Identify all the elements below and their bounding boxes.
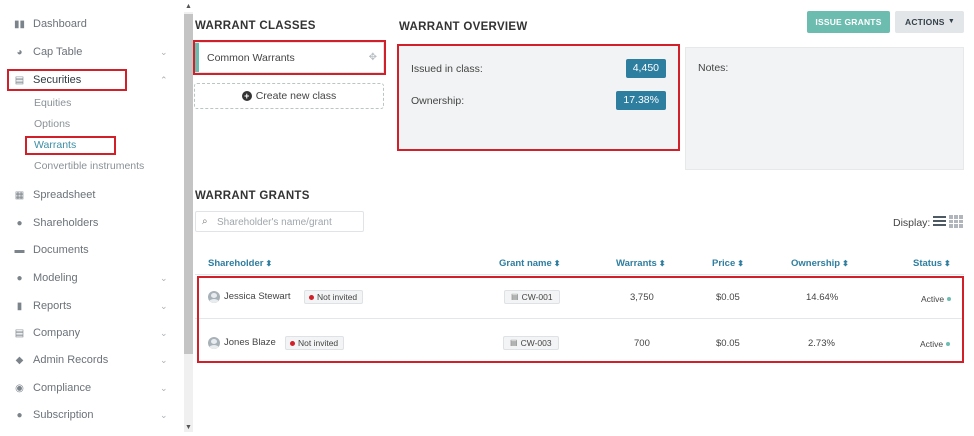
sidebar-item-label: Dashboard bbox=[33, 18, 87, 30]
notes-panel[interactable]: Notes: bbox=[685, 47, 964, 170]
table-divider bbox=[195, 274, 964, 275]
actions-label: ACTIONS bbox=[905, 17, 945, 27]
chevron-down-icon: ⌄ bbox=[160, 300, 168, 311]
highlight-class-card bbox=[193, 40, 386, 75]
sidebar-item-label: Modeling bbox=[33, 272, 78, 284]
display-label: Display: bbox=[893, 217, 931, 229]
sidebar-item-label: Subscription bbox=[33, 409, 94, 421]
sidebar-item-admin-records[interactable]: ◆ Admin Records ⌄ bbox=[0, 350, 183, 370]
column-header-status[interactable]: Status ⬍ bbox=[913, 258, 951, 269]
sidebar: ▮▮ Dashboard ◕ Cap Table ⌄ ▤ Securities … bbox=[0, 0, 183, 436]
plus-circle-icon: + bbox=[241, 91, 252, 101]
list-view-icon[interactable] bbox=[933, 216, 946, 227]
sidebar-item-shareholders[interactable]: ● Shareholders bbox=[0, 213, 183, 233]
create-new-class-button[interactable]: + Create new class bbox=[194, 83, 384, 109]
sort-icon: ⬍ bbox=[265, 259, 273, 268]
reports-icon: ▮ bbox=[16, 300, 23, 312]
grid-view-icon[interactable] bbox=[949, 215, 964, 228]
folder-icon: ▬ bbox=[14, 244, 25, 256]
scroll-up-arrow-icon[interactable]: ▲ bbox=[185, 3, 192, 10]
spreadsheet-icon: ▦ bbox=[14, 189, 25, 201]
admin-records-icon: ◆ bbox=[15, 354, 24, 366]
warrant-overview-title: WARRANT OVERVIEW bbox=[399, 21, 528, 33]
column-header-shareholder[interactable]: Shareholder ⬍ bbox=[208, 258, 272, 269]
scroll-down-arrow-icon[interactable]: ▼ bbox=[185, 424, 192, 431]
issue-grants-button[interactable]: ISSUE GRANTS bbox=[807, 11, 890, 33]
create-new-class-label: Create new class bbox=[255, 90, 337, 102]
sort-icon: ⬍ bbox=[553, 259, 561, 268]
sidebar-item-label: Admin Records bbox=[33, 354, 109, 366]
column-header-grant-name[interactable]: Grant name ⬍ bbox=[499, 258, 561, 269]
sidebar-item-dashboard[interactable]: ▮▮ Dashboard bbox=[0, 14, 183, 34]
highlight-securities bbox=[7, 69, 127, 91]
warrant-grants-title: WARRANT GRANTS bbox=[195, 190, 310, 202]
sidebar-item-label: Shareholders bbox=[33, 217, 99, 229]
sidebar-subitem-options[interactable]: Options bbox=[34, 118, 70, 130]
sidebar-item-reports[interactable]: ▮ Reports ⌄ bbox=[0, 296, 183, 316]
sort-icon: ⬍ bbox=[944, 259, 951, 268]
sort-icon: ⬍ bbox=[737, 259, 744, 268]
sidebar-item-documents[interactable]: ▬ Documents bbox=[0, 240, 183, 260]
column-header-warrants[interactable]: Warrants ⬍ bbox=[616, 258, 666, 269]
grant-search-input[interactable] bbox=[217, 214, 357, 230]
column-header-price[interactable]: Price ⬍ bbox=[712, 258, 744, 269]
lightbulb-icon: ● bbox=[16, 272, 23, 284]
warrant-classes-title: WARRANT CLASSES bbox=[195, 20, 316, 32]
sidebar-item-label: Company bbox=[33, 327, 81, 339]
highlight-grant-rows bbox=[197, 276, 964, 363]
shield-check-icon: ◉ bbox=[15, 382, 24, 394]
chevron-up-icon: ⌃ bbox=[160, 74, 168, 85]
sort-icon: ⬍ bbox=[842, 259, 849, 268]
sidebar-subitem-convertible[interactable]: Convertible instruments bbox=[34, 160, 144, 172]
chevron-down-icon: ⌄ bbox=[160, 409, 168, 420]
chevron-down-icon: ⌄ bbox=[160, 272, 168, 283]
person-icon: ● bbox=[16, 217, 23, 229]
search-icon: ⌕ bbox=[202, 216, 208, 227]
chevron-down-icon: ⌄ bbox=[160, 46, 168, 57]
sidebar-item-label: Cap Table bbox=[33, 46, 83, 58]
actions-dropdown-button[interactable]: ACTIONS ▼ bbox=[895, 11, 964, 33]
sidebar-item-label: Spreadsheet bbox=[33, 189, 96, 201]
sidebar-item-label: Documents bbox=[33, 244, 89, 256]
sidebar-item-label: Compliance bbox=[33, 382, 92, 394]
highlight-warrants bbox=[25, 136, 116, 155]
grant-search-field[interactable]: ⌕ bbox=[195, 211, 364, 232]
sort-icon: ⬍ bbox=[658, 259, 666, 268]
sidebar-item-compliance[interactable]: ◉ Compliance ⌄ bbox=[0, 378, 183, 398]
building-icon: ▤ bbox=[14, 327, 25, 339]
pie-chart-icon: ◕ bbox=[16, 46, 23, 58]
sidebar-item-label: Reports bbox=[33, 300, 72, 312]
sidebar-item-subscription[interactable]: ● Subscription ⌄ bbox=[0, 405, 183, 425]
highlight-overview bbox=[397, 44, 680, 151]
sidebar-item-company[interactable]: ▤ Company ⌄ bbox=[0, 323, 183, 343]
notes-label: Notes: bbox=[698, 62, 729, 74]
dollar-circle-icon: ● bbox=[16, 409, 23, 421]
chevron-down-icon: ⌄ bbox=[160, 327, 168, 338]
sidebar-item-spreadsheet[interactable]: ▦ Spreadsheet bbox=[0, 185, 183, 205]
dashboard-icon: ▮▮ bbox=[14, 18, 26, 30]
sidebar-item-modeling[interactable]: ● Modeling ⌄ bbox=[0, 268, 183, 288]
chevron-down-icon: ⌄ bbox=[160, 382, 168, 393]
column-header-ownership[interactable]: Ownership ⬍ bbox=[791, 258, 849, 269]
caret-down-icon: ▼ bbox=[947, 18, 955, 25]
sidebar-item-cap-table[interactable]: ◕ Cap Table ⌄ bbox=[0, 42, 183, 62]
sidebar-subitem-equities[interactable]: Equities bbox=[34, 97, 71, 109]
chevron-down-icon: ⌄ bbox=[160, 354, 168, 365]
sidebar-scrollbar-thumb[interactable] bbox=[184, 14, 193, 354]
app-root: ▮▮ Dashboard ◕ Cap Table ⌄ ▤ Securities … bbox=[0, 0, 974, 436]
